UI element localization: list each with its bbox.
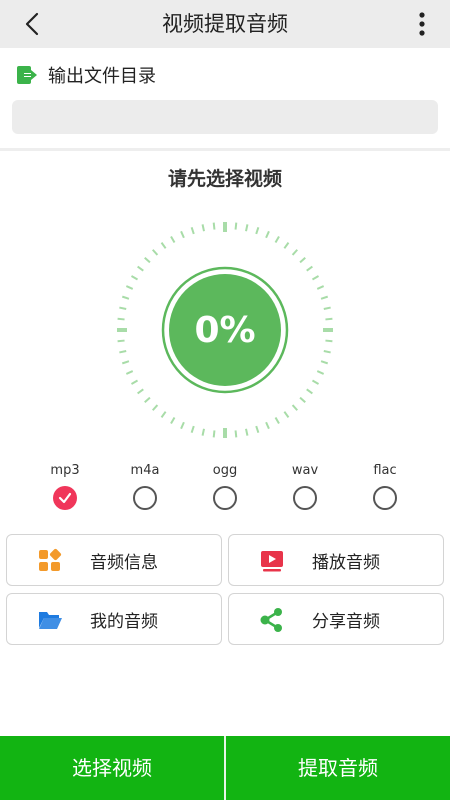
format-radio-mp3[interactable]: [53, 486, 77, 510]
format-label: ogg: [212, 463, 238, 478]
select-video-button[interactable]: 选择视频: [0, 736, 224, 800]
page-title: 视频提取音频: [162, 12, 288, 36]
output-directory-section: 输出文件目录: [0, 48, 450, 148]
share-audio-label: 分享音频: [312, 611, 380, 632]
output-directory-header: 输出文件目录: [16, 62, 156, 88]
progress-percent-text: 0%: [194, 309, 256, 351]
top-app-bar: 视频提取音频: [0, 0, 450, 48]
format-label: mp3: [50, 463, 80, 478]
share-audio-button[interactable]: 分享音频: [228, 593, 444, 645]
check-icon: [58, 492, 72, 504]
play-audio-button[interactable]: 播放音频: [228, 534, 444, 586]
format-option-flac[interactable]: flac: [355, 462, 415, 510]
section-divider: [0, 148, 450, 151]
more-menu-button[interactable]: [414, 10, 430, 38]
my-audio-button[interactable]: 我的音频: [6, 593, 222, 645]
format-radio-ogg[interactable]: [213, 486, 237, 510]
export-folder-icon: [17, 66, 37, 84]
format-label: flac: [373, 463, 397, 478]
format-selector: mp3 m4a ogg wav flac: [0, 462, 450, 514]
format-option-wav[interactable]: wav: [275, 462, 335, 510]
output-directory-label: 输出文件目录: [48, 66, 156, 87]
my-audio-label: 我的音频: [90, 611, 158, 632]
audio-info-button[interactable]: 音频信息: [6, 534, 222, 586]
format-option-mp3[interactable]: mp3: [35, 462, 95, 510]
bottom-action-bar: 选择视频 提取音频: [0, 736, 450, 800]
format-radio-flac[interactable]: [373, 486, 397, 510]
more-vertical-icon: [419, 12, 425, 36]
format-option-ogg[interactable]: ogg: [195, 462, 255, 510]
format-radio-wav[interactable]: [293, 486, 317, 510]
output-path-field[interactable]: [12, 100, 438, 134]
status-message: 请先选择视频: [167, 168, 282, 190]
format-option-m4a[interactable]: m4a: [115, 462, 175, 510]
extract-audio-button[interactable]: 提取音频: [226, 736, 450, 800]
audio-info-label: 音频信息: [90, 552, 158, 573]
format-radio-m4a[interactable]: [133, 486, 157, 510]
format-label: m4a: [130, 463, 160, 478]
play-audio-label: 播放音频: [312, 552, 380, 573]
format-label: wav: [291, 463, 319, 478]
